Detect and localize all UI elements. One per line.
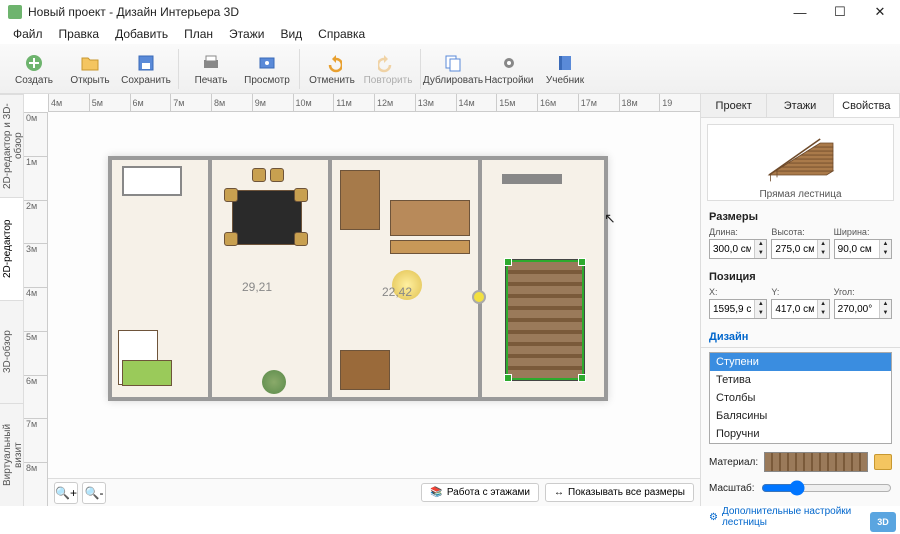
show-dimensions-button[interactable]: ↔ Показывать все размеры: [545, 483, 694, 502]
canvas-bottom-bar: 🔍+ 🔍- 📚 Работа с этажами ↔ Показывать вс…: [48, 478, 700, 506]
room-2[interactable]: 29,21: [212, 160, 332, 397]
more-stairs-settings-link[interactable]: ⚙ Дополнительные настройки лестницы 3D: [701, 500, 900, 534]
ruler-left: 0м1м2м3м4м5м6м7м8м: [24, 112, 48, 506]
resize-handle[interactable]: [578, 258, 586, 266]
stairs-icon: [761, 125, 841, 185]
angle-input[interactable]: ▲▼: [834, 299, 892, 319]
length-input[interactable]: ▲▼: [709, 239, 767, 259]
sizes-heading: Размеры: [709, 211, 892, 223]
room-3[interactable]: 22,42: [332, 160, 482, 397]
toolbar-plus-button[interactable]: Создать: [6, 46, 62, 92]
material-label: Материал:: [709, 457, 758, 468]
toolbar-folder-button[interactable]: Открыть: [62, 46, 118, 92]
right-tabs: ПроектЭтажиСвойства: [701, 94, 900, 118]
house-outline[interactable]: 29,21 22,42 20,65: [108, 156, 608, 401]
menu-Этажи[interactable]: Этажи: [222, 25, 271, 43]
app-icon: [8, 5, 22, 19]
toolbar: СоздатьОткрытьСохранитьПечатьПросмотрОтм…: [0, 44, 900, 94]
room-area-3: 22,42: [382, 285, 412, 299]
menu-Файл[interactable]: Файл: [6, 25, 50, 43]
resize-handle[interactable]: [578, 374, 586, 382]
properties-panel: ПроектЭтажиСвойства Прямая лестница: [700, 94, 900, 506]
right-tab-Свойства[interactable]: Свойства: [834, 94, 900, 117]
scale-slider[interactable]: [761, 480, 892, 496]
menu-План[interactable]: План: [177, 25, 220, 43]
right-tab-Этажи[interactable]: Этажи: [767, 94, 833, 117]
toolbar-print-button[interactable]: Печать: [183, 46, 239, 92]
design-option-2[interactable]: Столбы: [710, 389, 891, 407]
width-input[interactable]: ▲▼: [834, 239, 892, 259]
object-preview: Прямая лестница: [707, 124, 894, 201]
toolbar-eye-button[interactable]: Просмотр: [239, 46, 295, 92]
floorplan[interactable]: 29,21 22,42 20,65: [48, 112, 700, 478]
toolbar-gear-button[interactable]: Настройки: [481, 46, 537, 92]
position-heading: Позиция: [709, 271, 892, 283]
scale-label: Масштаб:: [709, 483, 755, 494]
menu-Правка[interactable]: Правка: [52, 25, 107, 43]
design-option-0[interactable]: Ступени: [710, 353, 891, 371]
toolbar-redo-button: Повторить: [360, 46, 416, 92]
material-swatch[interactable]: [764, 452, 868, 472]
height-input[interactable]: ▲▼: [771, 239, 829, 259]
close-button[interactable]: ✕: [860, 0, 900, 24]
zoom-out-button[interactable]: 🔍-: [82, 482, 106, 504]
toolbar-book-button[interactable]: Учебник: [537, 46, 593, 92]
stairs-object[interactable]: [506, 260, 584, 380]
left-tabs: 2D-редактор и 3D-обзор2D-редактор3D-обзо…: [0, 94, 24, 506]
maximize-button[interactable]: ☐: [820, 0, 860, 24]
object-name: Прямая лестница: [759, 189, 841, 200]
titlebar: Новый проект - Дизайн Интерьера 3D — ☐ ✕: [0, 0, 900, 24]
design-option-1[interactable]: Тетива: [710, 371, 891, 389]
menu-Вид[interactable]: Вид: [273, 25, 309, 43]
minimize-button[interactable]: —: [780, 0, 820, 24]
room-area-2: 29,21: [242, 280, 272, 294]
browse-material-button[interactable]: [874, 454, 892, 470]
resize-handle[interactable]: [504, 258, 512, 266]
left-tab-3[interactable]: Виртуальный визит: [0, 403, 23, 506]
y-input[interactable]: ▲▼: [771, 299, 829, 319]
room-1[interactable]: [112, 160, 212, 397]
design-heading: Дизайн: [701, 327, 900, 348]
design-parts-list[interactable]: СтупениТетиваСтолбыБалясиныПоручни: [709, 352, 892, 444]
menu-Добавить[interactable]: Добавить: [108, 25, 175, 43]
resize-handle[interactable]: [504, 374, 512, 382]
3d-badge: 3D: [870, 512, 896, 532]
zoom-in-button[interactable]: 🔍+: [54, 482, 78, 504]
window-title: Новый проект - Дизайн Интерьера 3D: [28, 5, 239, 19]
left-tab-2[interactable]: 3D-обзор: [0, 300, 23, 403]
design-option-3[interactable]: Балясины: [710, 407, 891, 425]
menu-Справка[interactable]: Справка: [311, 25, 372, 43]
toolbar-undo-button[interactable]: Отменить: [304, 46, 360, 92]
design-option-4[interactable]: Поручни: [710, 425, 891, 443]
toolbar-copy-button[interactable]: Дублировать: [425, 46, 481, 92]
toolbar-disk-button[interactable]: Сохранить: [118, 46, 174, 92]
menubar: ФайлПравкаДобавитьПланЭтажиВидСправка: [0, 24, 900, 44]
right-tab-Проект[interactable]: Проект: [701, 94, 767, 117]
floors-button[interactable]: 📚 Работа с этажами: [421, 483, 539, 502]
canvas-area[interactable]: 4м5м6м7м8м9м10м11м12м13м14м15м16м17м18м1…: [24, 94, 700, 506]
ruler-top: 4м5м6м7м8м9м10м11м12м13м14м15м16м17м18м1…: [48, 94, 700, 112]
left-tab-1[interactable]: 2D-редактор: [0, 197, 23, 300]
left-tab-0[interactable]: 2D-редактор и 3D-обзор: [0, 94, 23, 197]
x-input[interactable]: ▲▼: [709, 299, 767, 319]
